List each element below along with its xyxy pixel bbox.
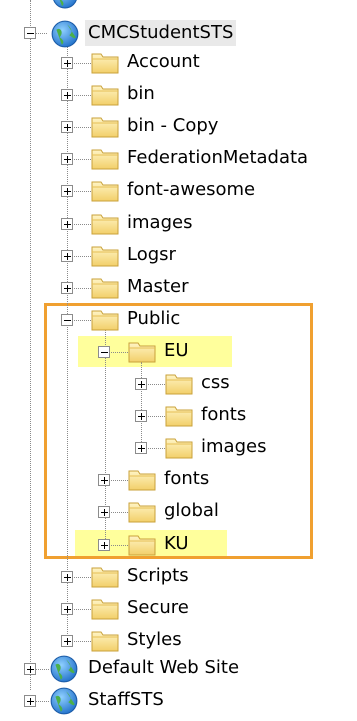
folder-icon xyxy=(91,596,119,620)
expand-toggle[interactable] xyxy=(61,281,73,294)
collapse-toggle[interactable] xyxy=(61,313,73,326)
folder-icon xyxy=(91,114,119,138)
expand-toggle[interactable] xyxy=(61,634,73,647)
folder-label-scripts[interactable]: Scripts xyxy=(124,563,192,589)
folder-label-eu-fonts[interactable]: fonts xyxy=(198,402,249,428)
folder-icon xyxy=(91,275,119,299)
folder-icon xyxy=(91,564,119,588)
folder-icon xyxy=(91,50,119,74)
globe-icon xyxy=(49,686,78,715)
collapse-toggle[interactable] xyxy=(98,345,110,358)
tree-line xyxy=(30,0,31,690)
folder-label-fonts[interactable]: fonts xyxy=(161,466,212,492)
folder-label-styles[interactable]: Styles xyxy=(124,627,185,653)
expand-toggle[interactable] xyxy=(61,57,73,69)
folder-label-eu[interactable]: EU xyxy=(161,338,192,364)
expand-toggle[interactable] xyxy=(135,378,147,390)
expand-toggle[interactable] xyxy=(61,153,73,166)
expand-toggle[interactable] xyxy=(98,538,110,551)
expand-toggle[interactable] xyxy=(61,89,73,102)
folder-icon xyxy=(165,371,193,395)
folder-label-ku[interactable]: KU xyxy=(161,531,192,557)
expand-toggle[interactable] xyxy=(61,121,73,134)
folder-icon xyxy=(128,499,156,523)
folder-icon xyxy=(91,178,119,202)
site-label-default-web-site[interactable]: Default Web Site xyxy=(85,655,242,681)
folder-label-eu-images[interactable]: images xyxy=(198,434,269,460)
globe-icon xyxy=(49,654,78,683)
folder-label-public[interactable]: Public xyxy=(124,306,183,332)
folder-icon xyxy=(128,467,156,491)
folder-label-bin-copy[interactable]: bin - Copy xyxy=(124,113,221,139)
folder-icon xyxy=(91,243,119,267)
folder-label-eu-css[interactable]: css xyxy=(198,370,233,396)
site-label-staffsts[interactable]: StaffSTS xyxy=(85,687,167,713)
folder-icon xyxy=(91,211,119,235)
expand-toggle[interactable] xyxy=(61,249,73,262)
expand-toggle[interactable] xyxy=(135,442,147,455)
folder-label-secure[interactable]: Secure xyxy=(124,595,192,621)
folder-icon xyxy=(165,403,193,427)
folder-icon xyxy=(91,82,119,106)
expand-toggle[interactable] xyxy=(24,663,36,675)
folder-label-logsr[interactable]: Logsr xyxy=(124,242,179,268)
tree-line xyxy=(141,362,142,446)
expand-toggle[interactable] xyxy=(61,570,73,583)
expand-toggle[interactable] xyxy=(135,410,147,423)
collapse-toggle[interactable] xyxy=(24,27,36,39)
tree-line xyxy=(67,45,68,640)
folder-label-global[interactable]: global xyxy=(161,498,222,524)
folder-icon xyxy=(91,146,119,170)
site-label-cmcstudentsts[interactable]: CMCStudentSTS xyxy=(85,20,237,46)
expand-toggle[interactable] xyxy=(61,217,73,230)
folder-icon xyxy=(91,628,119,652)
folder-label-account[interactable]: Account xyxy=(124,49,203,75)
folder-label-master[interactable]: Master xyxy=(124,274,191,300)
folder-icon xyxy=(91,307,119,331)
globe-icon xyxy=(50,19,79,48)
expand-toggle[interactable] xyxy=(98,506,110,519)
folder-icon xyxy=(128,339,156,363)
expand-toggle[interactable] xyxy=(61,602,73,615)
folder-label-font-awesome[interactable]: font-awesome xyxy=(124,177,258,203)
expand-toggle[interactable] xyxy=(24,695,36,707)
folder-icon xyxy=(128,532,156,556)
folder-label-bin[interactable]: bin xyxy=(124,81,158,107)
expand-toggle[interactable] xyxy=(61,185,73,198)
expand-toggle[interactable] xyxy=(98,474,110,487)
folder-icon xyxy=(165,435,193,459)
globe-icon xyxy=(51,0,79,10)
folder-label-federationmetadata[interactable]: FederationMetadata xyxy=(124,145,311,171)
folder-label-images[interactable]: images xyxy=(124,210,195,236)
